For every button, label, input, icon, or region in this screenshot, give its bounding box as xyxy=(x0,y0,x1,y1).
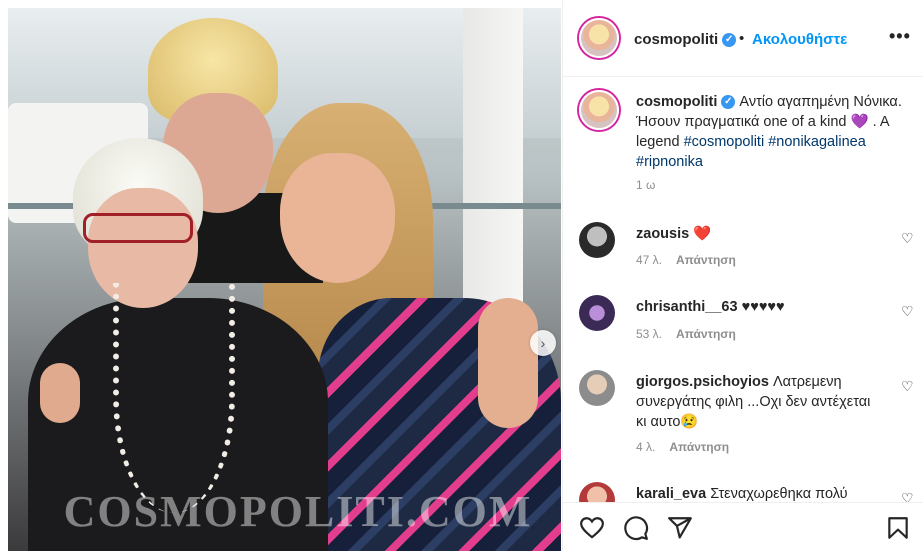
comment-text: chrisanthi__63 ♥♥♥♥♥ xyxy=(636,299,785,315)
caption-text: cosmopoliti ✓ Αντίο αγαπημένη Νόνικα. Ήσο… xyxy=(636,94,902,170)
hand xyxy=(40,363,80,423)
comment-meta: 4 λ. Απάντηση xyxy=(636,440,743,454)
arm xyxy=(478,298,538,428)
reply-button[interactable]: Απάντηση xyxy=(676,327,736,341)
purple-heart-emoji: 💜 xyxy=(850,114,869,130)
commenter-username[interactable]: giorgos.psichoyios xyxy=(636,374,769,390)
reply-button[interactable]: Απάντηση xyxy=(669,440,729,454)
red-glasses xyxy=(83,213,193,243)
comment-meta: 47 λ. Απάντηση xyxy=(636,253,750,267)
follow-button[interactable]: Ακολουθήστε xyxy=(752,31,847,48)
chevron-right-icon: › xyxy=(540,335,546,351)
woman-face xyxy=(280,153,395,283)
pearl-necklace xyxy=(113,283,235,513)
more-options-icon[interactable]: ••• xyxy=(889,26,911,47)
hashtag-link[interactable]: #ripnonika xyxy=(636,154,703,170)
comment-text: karali_eva Στεναχωρεθηκα πολύ xyxy=(636,486,848,502)
comment-like-icon[interactable]: ♡ xyxy=(901,230,914,247)
instagram-post-view: COSMOPOLITI.COM › cosmopoliti ✓ • Ακολουθ… xyxy=(0,0,923,551)
author-avatar[interactable] xyxy=(579,18,619,58)
commenter-username[interactable]: chrisanthi__63 xyxy=(636,299,738,315)
comment-time[interactable]: 47 λ. xyxy=(636,253,662,267)
post-header: cosmopoliti ✓ • Ακολουθήστε ••• xyxy=(563,0,923,77)
background-pillar xyxy=(463,8,523,338)
comment-text: zaousis ❤️ xyxy=(636,226,712,242)
commenter-username[interactable]: karali_eva xyxy=(636,486,706,502)
comment-text: giorgos.psichoyios Λατρεμενη συνεργάτης … xyxy=(636,374,871,430)
commenter-avatar[interactable] xyxy=(579,295,615,331)
comment-bubble-icon[interactable] xyxy=(623,515,649,541)
separator-dot: • xyxy=(739,30,745,47)
heart-outline-icon[interactable] xyxy=(579,515,605,541)
comment-meta: 53 λ. Απάντηση xyxy=(636,327,750,341)
post-photo[interactable]: COSMOPOLITI.COM › xyxy=(8,8,561,551)
paper-plane-icon[interactable] xyxy=(667,515,693,541)
commenter-username[interactable]: zaousis xyxy=(636,226,689,242)
verified-badge-icon: ✓ xyxy=(722,33,737,48)
bookmark-icon[interactable] xyxy=(885,515,911,541)
commenter-avatar[interactable] xyxy=(579,222,615,258)
comment-like-icon[interactable]: ♡ xyxy=(901,303,914,320)
verified-badge-icon: ✓ xyxy=(721,95,736,110)
reply-button[interactable]: Απάντηση xyxy=(676,253,736,267)
hashtag-link[interactable]: #nonikagalinea xyxy=(768,134,866,150)
caption-avatar[interactable] xyxy=(579,90,619,130)
comment-time[interactable]: 4 λ. xyxy=(636,440,655,454)
hashtag-link[interactable]: #cosmopoliti xyxy=(684,134,765,150)
watermark-text: COSMOPOLITI.COM xyxy=(63,487,533,536)
next-image-button[interactable]: › xyxy=(530,330,556,356)
caption-username[interactable]: cosmopoliti ✓ xyxy=(636,94,736,110)
comment-time[interactable]: 53 λ. xyxy=(636,327,662,341)
caption-timestamp[interactable]: 1 ω xyxy=(636,178,655,192)
author-username[interactable]: cosmopoliti ✓ xyxy=(634,31,737,48)
commenter-avatar[interactable] xyxy=(579,370,615,406)
post-actions-bar xyxy=(563,502,923,551)
post-side-panel: cosmopoliti ✓ • Ακολουθήστε ••• cosmopoli… xyxy=(562,0,923,551)
comment-like-icon[interactable]: ♡ xyxy=(901,378,914,395)
